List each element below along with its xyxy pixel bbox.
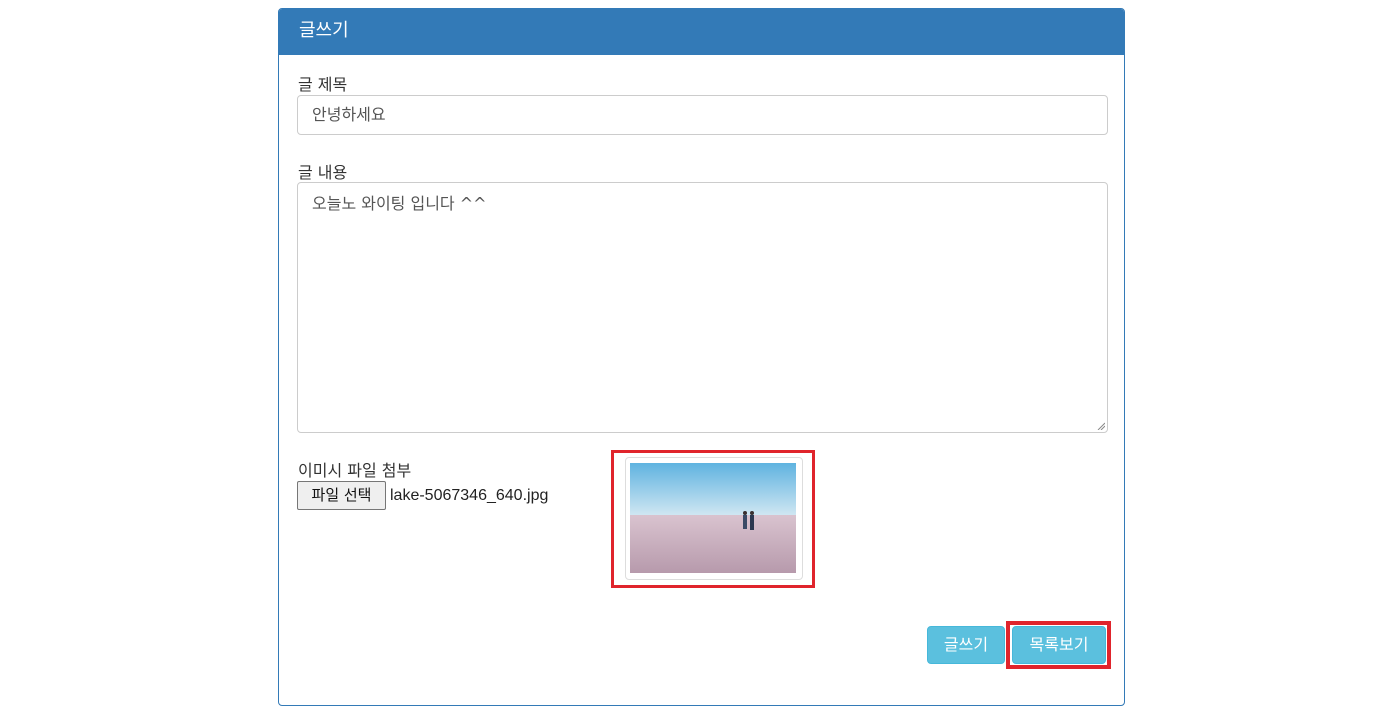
content-textarea[interactable]: 오늘노 와이팅 입니다 ^^ bbox=[297, 182, 1108, 433]
title-label: 글 제목 bbox=[298, 75, 348, 94]
list-button-highlight-box bbox=[1006, 621, 1111, 669]
write-button[interactable]: 글쓰기 bbox=[927, 626, 1005, 664]
content-label: 글 내용 bbox=[298, 163, 348, 182]
content-text: 오늘노 와이팅 입니다 ^^ bbox=[312, 194, 487, 213]
resize-grip-icon[interactable] bbox=[1097, 422, 1105, 430]
title-input[interactable]: 안녕하세요 bbox=[297, 95, 1108, 135]
file-label: 이미시 파일 첨부 bbox=[298, 461, 412, 480]
preview-highlight-box bbox=[611, 450, 815, 588]
file-select-button[interactable]: 파일 선택 bbox=[297, 481, 386, 510]
file-name: lake-5067346_640.jpg bbox=[390, 487, 549, 504]
panel-heading: 글쓰기 bbox=[279, 9, 1124, 55]
write-panel: 글쓰기 글 제목 안녕하세요 글 내용 오늘노 와이팅 입니다 ^^ 이미시 파… bbox=[278, 8, 1125, 706]
